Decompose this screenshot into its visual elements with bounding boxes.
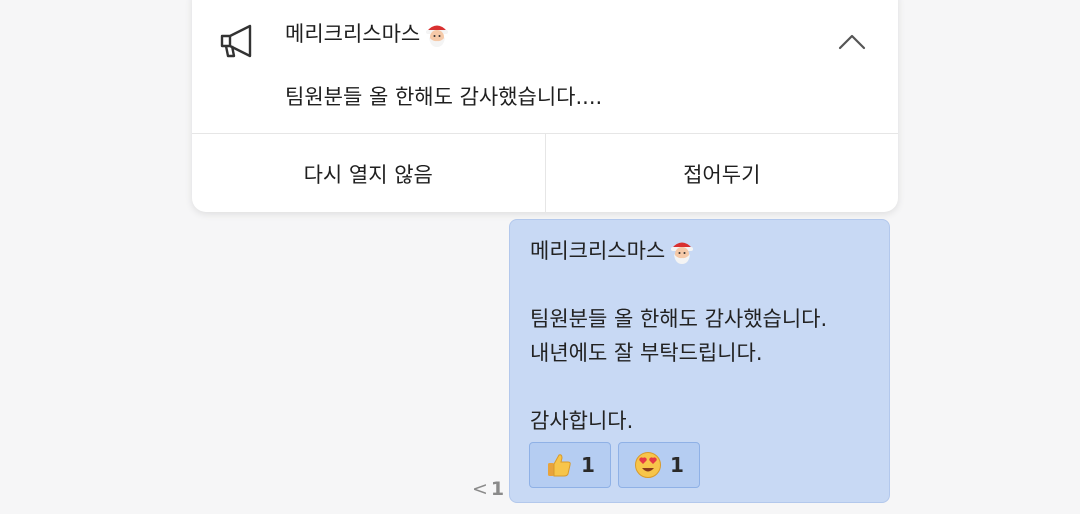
message-line: 팀원분들 올 한해도 감사했습니다.: [530, 307, 828, 331]
notice-title-text: 메리크리스마스: [285, 22, 421, 46]
reaction-count: 1: [670, 453, 684, 477]
notice-card: 메리크리스마스 팀원분들 올 한해도 감사했습니다.... 다시 열지 않음 접…: [192, 0, 898, 212]
reactions: 1 1: [529, 442, 700, 488]
message-line: 내년에도 잘 부탁드립니다.: [530, 341, 763, 365]
unread-count: < 1: [472, 478, 504, 500]
reaction-heart-eyes[interactable]: 1: [618, 442, 700, 488]
thumbs-up-icon: [548, 454, 571, 477]
notice-title: 메리크리스마스: [285, 20, 450, 48]
santa-emoji-icon: [426, 25, 449, 47]
unread-marker: <: [472, 478, 488, 500]
message-line: 감사합니다.: [530, 409, 634, 433]
reaction-count: 1: [581, 453, 595, 477]
notice-actions: 다시 열지 않음 접어두기: [192, 133, 898, 212]
notice-preview: 팀원분들 올 한해도 감사했습니다....: [285, 85, 603, 109]
fold-button[interactable]: 접어두기: [544, 134, 899, 212]
chevron-up-icon[interactable]: [832, 24, 872, 60]
santa-emoji-icon: [671, 242, 694, 264]
message-line: 메리크리스마스: [530, 234, 827, 268]
reaction-thumbs-up[interactable]: 1: [529, 442, 611, 488]
megaphone-icon: [220, 24, 252, 58]
message-line-text: 메리크리스마스: [530, 239, 666, 263]
message-line: [530, 268, 827, 302]
unread-number: 1: [490, 478, 505, 500]
message-text: 메리크리스마스 팀원분들 올 한해도 감사했습니다. 내년에도 잘 부탁드립니다…: [530, 234, 827, 438]
message-line: [530, 370, 827, 404]
dont-show-again-button[interactable]: 다시 열지 않음: [192, 134, 545, 212]
message-bubble[interactable]: 메리크리스마스 팀원분들 올 한해도 감사했습니다. 내년에도 잘 부탁드립니다…: [509, 219, 890, 503]
heart-eyes-icon: [635, 452, 662, 478]
